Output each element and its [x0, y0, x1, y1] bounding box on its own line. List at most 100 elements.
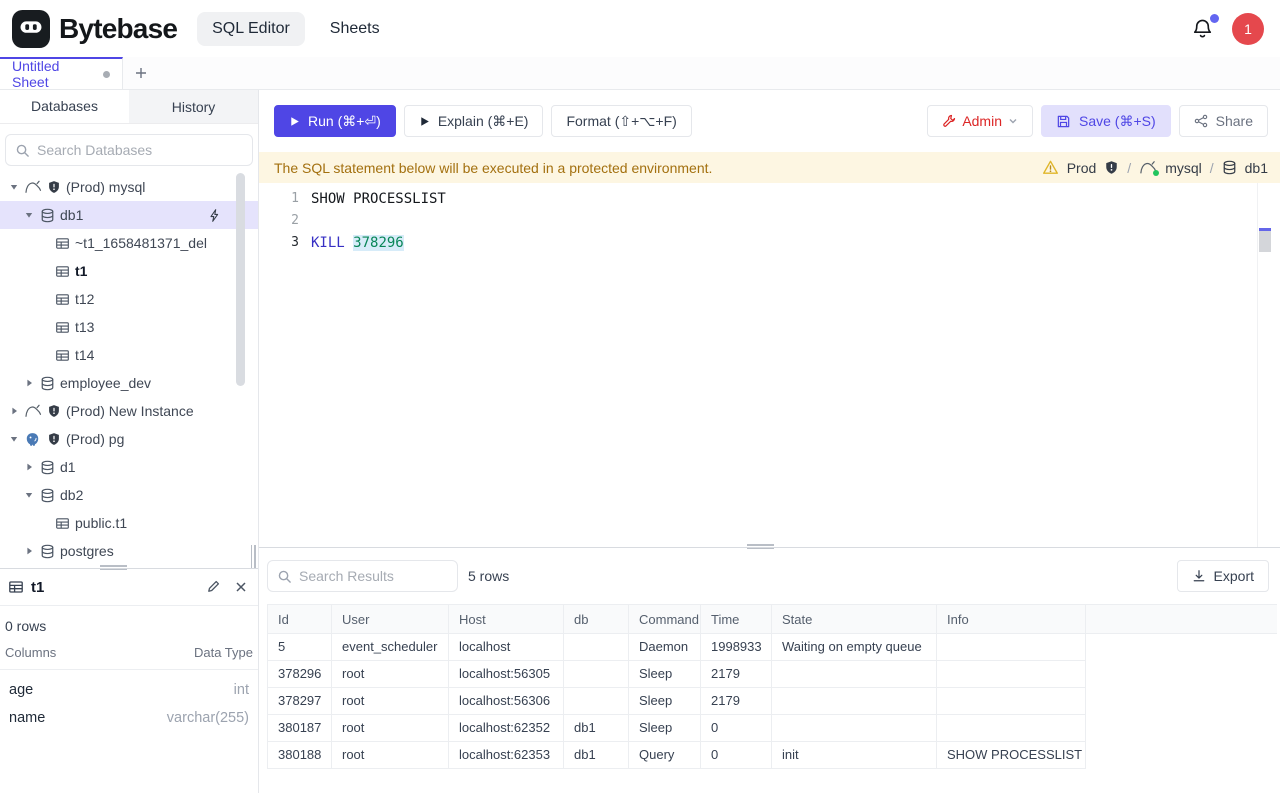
shield-icon — [43, 180, 64, 194]
table-cell — [937, 634, 1086, 661]
tree-item-prod-pg[interactable]: (Prod) pg — [0, 425, 258, 453]
tree-item-public-t1[interactable]: public.t1 — [0, 509, 258, 537]
code-text: KILL 378296 — [311, 232, 404, 254]
table-row-count: 0 rows — [0, 606, 258, 636]
tree-item-label: postgres — [60, 543, 114, 559]
nav-sql-editor[interactable]: SQL Editor — [197, 12, 305, 46]
notice-message: The SQL statement below will be executed… — [274, 160, 712, 176]
brand[interactable]: Bytebase — [12, 10, 177, 48]
table-cell: db1 — [564, 742, 629, 769]
share-button[interactable]: Share — [1179, 105, 1268, 137]
editor-scrollbar-thumb[interactable] — [1259, 228, 1271, 252]
admin-mode-button[interactable]: Admin — [927, 105, 1033, 137]
tree-item-t1[interactable]: t1 — [0, 257, 258, 285]
sheet-unsaved-dot-icon — [103, 71, 110, 78]
tree-item-db2[interactable]: db2 — [0, 481, 258, 509]
new-sheet-button[interactable] — [123, 57, 159, 89]
caret-right-icon[interactable] — [21, 546, 37, 556]
tree-item-db1[interactable]: db1 — [0, 201, 258, 229]
connection-breadcrumb: Prod / mysql / — [1042, 159, 1268, 176]
table-cell: Waiting on empty queue — [772, 634, 937, 661]
column-name: name — [9, 710, 45, 726]
nav-sheets[interactable]: Sheets — [315, 12, 395, 46]
tree-item-t14[interactable]: t14 — [0, 341, 258, 369]
schema-panel-header: t1 — [0, 569, 258, 606]
table-cell: 0 — [701, 715, 772, 742]
tree-item-label: t1 — [75, 263, 87, 279]
tree-scrollbar[interactable] — [236, 173, 245, 386]
bytebase-sql-editor-app: Bytebase SQL Editor Sheets 1 Untitled Sh… — [0, 0, 1280, 793]
line-number: 1 — [259, 188, 299, 210]
column-header-info: Info — [937, 604, 1086, 634]
sheet-tab-untitled[interactable]: Untitled Sheet — [0, 57, 123, 89]
breadcrumb-database[interactable]: db1 — [1245, 160, 1268, 176]
tree-item-label: public.t1 — [75, 515, 127, 531]
tree-item-prod-new-instance[interactable]: (Prod) New Instance — [0, 397, 258, 425]
close-panel-icon[interactable] — [234, 580, 248, 594]
sheet-tab-bar: Untitled Sheet — [0, 57, 1280, 90]
table-icon — [52, 320, 73, 335]
table-cell — [937, 661, 1086, 688]
table-cell: Daemon — [629, 634, 701, 661]
results-resize-handle[interactable] — [747, 544, 774, 551]
tree-item-employee-dev[interactable]: employee_dev — [0, 369, 258, 397]
table-cell: 5 — [267, 634, 332, 661]
results-panel: 5 rows Export IdUserHostdbCommandTimeSta… — [259, 547, 1280, 793]
explain-button[interactable]: Explain (⌘+E) — [404, 105, 544, 137]
save-button[interactable]: Save (⌘+S) — [1041, 105, 1171, 137]
tree-item-prod-mysql[interactable]: (Prod) mysql — [0, 173, 258, 201]
caret-right-icon[interactable] — [21, 378, 37, 388]
play-icon — [289, 116, 300, 127]
format-button[interactable]: Format (⇧+⌥+F) — [551, 105, 691, 137]
caret-right-icon[interactable] — [6, 406, 22, 416]
line-number: 2 — [259, 210, 299, 232]
shield-icon — [1104, 160, 1119, 175]
tab-history[interactable]: History — [129, 90, 258, 123]
caret-right-icon[interactable] — [21, 462, 37, 472]
edit-table-icon[interactable] — [205, 579, 221, 595]
tab-databases[interactable]: Databases — [0, 90, 129, 123]
chevron-down-icon — [1008, 116, 1018, 126]
tree-item-postgres[interactable]: postgres — [0, 537, 258, 565]
bolt-icon[interactable] — [208, 208, 222, 223]
breadcrumb-instance[interactable]: mysql — [1165, 160, 1202, 176]
tree-item-t13[interactable]: t13 — [0, 313, 258, 341]
database-search-box[interactable] — [5, 134, 253, 166]
table-cell: localhost:56305 — [449, 661, 564, 688]
table-icon — [52, 236, 73, 251]
export-button[interactable]: Export — [1177, 560, 1269, 592]
cell-filler — [1086, 688, 1277, 715]
sql-editor[interactable]: 1SHOW PROCESSLIST23KILL 378296 — [259, 183, 1280, 547]
avatar[interactable]: 1 — [1232, 13, 1264, 45]
tree-item-t1-1658481371-del[interactable]: ~t1_1658481371_del — [0, 229, 258, 257]
column-header-filler — [1086, 604, 1277, 634]
schema-panel-resize-handle[interactable] — [100, 565, 127, 572]
breadcrumb-environment[interactable]: Prod — [1067, 160, 1097, 176]
caret-down-icon[interactable] — [6, 434, 22, 444]
notification-bell-icon[interactable] — [1191, 17, 1215, 41]
schema-panel-title: t1 — [31, 579, 44, 596]
caret-down-icon[interactable] — [21, 490, 37, 500]
tree-item-label: t13 — [75, 319, 94, 335]
mysql-icon — [22, 180, 43, 194]
results-search-input[interactable] — [299, 568, 448, 584]
database-search-input[interactable] — [37, 142, 243, 158]
results-search-box[interactable] — [267, 560, 458, 592]
column-list: ageintnamevarchar(255) — [0, 676, 258, 732]
tree-item-t12[interactable]: t12 — [0, 285, 258, 313]
table-cell — [772, 661, 937, 688]
table-cell: init — [772, 742, 937, 769]
table-cell — [937, 715, 1086, 742]
table-icon — [52, 516, 73, 531]
download-icon — [1192, 569, 1206, 583]
table-icon — [52, 348, 73, 363]
table-cell: 2179 — [701, 661, 772, 688]
caret-down-icon[interactable] — [6, 182, 22, 192]
top-nav: SQL Editor Sheets — [197, 12, 394, 46]
table-cell: root — [332, 661, 449, 688]
search-icon — [277, 569, 292, 584]
tree-item-d1[interactable]: d1 — [0, 453, 258, 481]
cell-filler — [1086, 742, 1277, 769]
run-button[interactable]: Run (⌘+⏎) — [274, 105, 396, 137]
caret-down-icon[interactable] — [21, 210, 37, 220]
